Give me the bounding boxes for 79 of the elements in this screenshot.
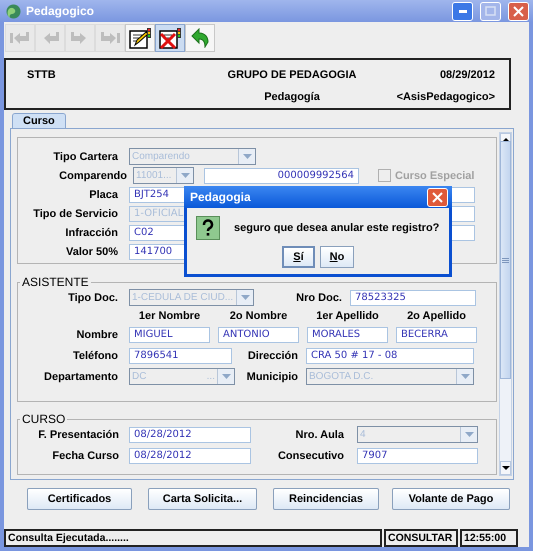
caret-icon (460, 374, 470, 379)
field-label: Departamento (43, 370, 118, 382)
action-button[interactable]: Carta Solicita... (148, 488, 257, 510)
caret-icon (464, 432, 474, 437)
status-mode: CONSULTAR (384, 529, 458, 547)
field-label: F. Presentación (37, 428, 119, 440)
question-icon (196, 216, 220, 240)
text-field[interactable]: 7907 (357, 448, 478, 464)
caret-icon (240, 295, 250, 300)
field-label: Nro. Aula (294, 428, 344, 440)
text-field[interactable]: BECERRA (396, 326, 477, 342)
company-name: STTB (27, 69, 57, 81)
field-label: Placa (88, 188, 118, 200)
group-name: GRUPO DE PEDAGOGIA (226, 69, 358, 81)
caret-icon (222, 374, 230, 379)
field-label: Municipio (246, 370, 298, 382)
column-header: 2o Nombre (228, 310, 288, 322)
text-field[interactable]: 000009992564 (204, 168, 359, 184)
scroll-thumb[interactable] (500, 141, 511, 379)
text-field[interactable]: CRA 50 # 17 - 08 (306, 348, 474, 364)
module-name: Pedagogía (263, 91, 321, 103)
column-header: 1er Apellido (315, 310, 380, 322)
globe-icon (6, 4, 21, 18)
field-label: Nro Doc. (295, 292, 342, 304)
toolbar-button[interactable] (155, 24, 185, 52)
tab[interactable]: Curso (12, 113, 66, 128)
header-date: 08/29/2012 (438, 69, 495, 81)
field-label: Teléfono (72, 350, 118, 362)
caret-icon (242, 154, 252, 159)
window-title: Pedagogico (26, 4, 96, 18)
dialog-button[interactable]: No (320, 246, 354, 268)
toolbar-button[interactable] (125, 24, 155, 52)
maximize-icon (485, 6, 496, 16)
text-field[interactable]: 78523325 (350, 290, 476, 306)
field-label: Consecutivo (276, 450, 344, 462)
back-arrow-icon (190, 28, 210, 48)
field-label: Tipo de Servicio (32, 208, 118, 220)
field-label: Tipo Doc. (67, 292, 118, 304)
status-time: 12:55:00 (460, 529, 518, 547)
column-header: 1er Nombre (138, 310, 202, 322)
field-label: Valor 50% (65, 246, 118, 258)
minimize-icon (458, 10, 466, 12)
close-icon (513, 6, 524, 16)
text-field[interactable]: ANTONIO (218, 326, 299, 342)
caret-icon (180, 173, 190, 178)
status-message: Consulta Ejecutada........ (4, 529, 382, 547)
form-name: <AsisPedagogico> (396, 91, 495, 103)
close-button[interactable] (427, 188, 448, 206)
maximize-button[interactable] (480, 2, 501, 20)
text-field[interactable]: 7896541 (129, 348, 232, 364)
text-field[interactable]: 08/28/2012 (129, 426, 251, 442)
group-title: ASISTENTE (21, 276, 90, 288)
checkbox-label: Curso Especial (395, 170, 474, 182)
minimize-button[interactable] (452, 2, 473, 20)
field-label: Comparendo (58, 170, 127, 182)
scrollbar[interactable] (499, 132, 512, 476)
field-label: Dirección (246, 350, 298, 362)
field-label: Tipo Cartera (52, 150, 118, 162)
dialog-button[interactable]: Sí (282, 246, 315, 268)
field-label: Fecha Curso (51, 450, 119, 462)
group-title: CURSO (21, 413, 66, 425)
text-field[interactable]: MORALES (307, 326, 388, 342)
dialog-title: Pedagogia (190, 190, 252, 204)
delete-document-icon (158, 27, 182, 49)
text-field[interactable]: 08/28/2012 (129, 448, 251, 464)
action-button[interactable]: Certificados (27, 488, 132, 510)
column-header: 2o Apellido (406, 310, 467, 322)
field-label: Infracción (64, 226, 118, 238)
action-button[interactable]: Volante de Pago (392, 488, 510, 510)
close-icon (432, 192, 443, 202)
first-record-icon (9, 30, 31, 46)
edit-document-icon (128, 27, 152, 49)
dialog-message: seguro que desea anular este registro? (234, 222, 440, 234)
last-record-icon (99, 30, 121, 46)
action-button[interactable]: Reincidencias (273, 488, 379, 510)
close-button[interactable] (508, 2, 529, 20)
text-field[interactable]: MIGUEL (129, 326, 210, 342)
field-label: Nombre (75, 328, 118, 340)
down-arrow-icon (502, 466, 510, 470)
